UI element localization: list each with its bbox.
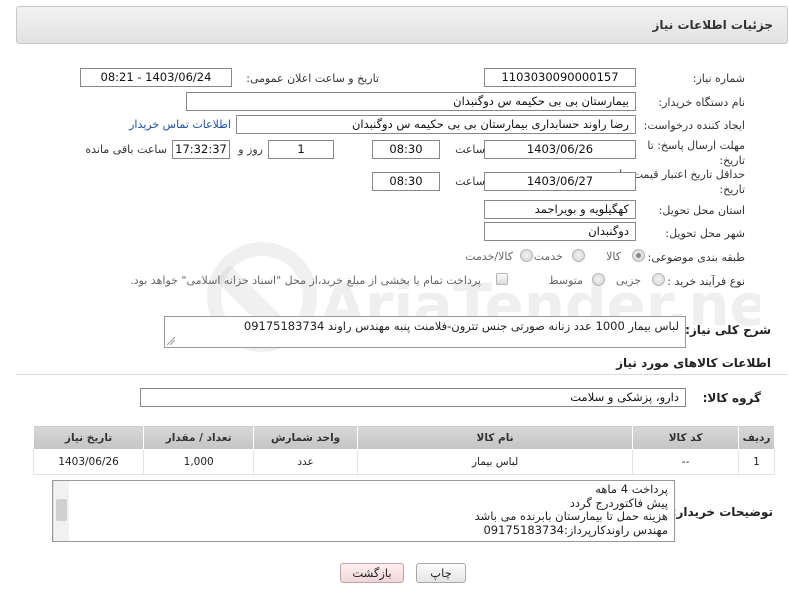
- requester-label: ایجاد کننده درخواست:: [643, 119, 745, 132]
- cell-item-name: لباس بیمار: [356, 449, 634, 475]
- category-service-radio[interactable]: [572, 249, 585, 262]
- purchase-process-label: نوع فرآیند خرید :: [667, 275, 745, 288]
- table-header-row: ردیف کد کالا نام کالا واحد شمارش تعداد /…: [32, 425, 775, 450]
- category-goods-label: کالا: [606, 250, 621, 263]
- section-divider: [16, 374, 788, 375]
- goods-info-title: اطلاعات کالاهای مورد نیاز: [616, 356, 771, 370]
- category-label: طبقه بندی موضوعی:: [647, 251, 745, 264]
- col-quantity: تعداد / مقدار: [143, 425, 255, 450]
- need-number-field: 1103030090000157: [484, 68, 636, 87]
- resize-handle-icon[interactable]: [167, 337, 175, 345]
- goods-group-field: دارو، پزشکی و سلامت: [140, 388, 686, 407]
- city-field: دوگنبدان: [484, 222, 636, 241]
- buyer-contact-link[interactable]: اطلاعات تماس خریدار: [129, 118, 231, 131]
- buyer-org-field: بیمارستان بی بی حکیمه س دوگنبدان: [186, 92, 636, 111]
- buyer-notes-label: توضیحات خریدار:: [671, 505, 773, 519]
- goods-table: ردیف کد کالا نام کالا واحد شمارش تعداد /…: [32, 425, 775, 475]
- category-both-label: کالا/خدمت: [465, 250, 513, 263]
- category-service-label: خدمت: [533, 250, 563, 263]
- cell-need-date: 1403/06/26: [32, 449, 145, 475]
- price-validity-date-field: 1403/06/27: [484, 172, 636, 191]
- col-unit: واحد شمارش: [253, 425, 358, 450]
- reply-deadline-label: مهلت ارسال پاسخ: تا تاریخ:: [647, 139, 745, 167]
- process-minor-radio[interactable]: [652, 273, 665, 286]
- announce-label: تاریخ و ساعت اعلان عمومی:: [246, 72, 379, 85]
- col-item-name: نام کالا: [356, 425, 634, 450]
- process-minor-label: جزیی: [615, 274, 641, 287]
- cell-unit: عدد: [253, 449, 358, 475]
- days-label: روز و: [238, 143, 263, 156]
- notes-scrollbar[interactable]: [53, 481, 69, 541]
- remaining-label: ساعت باقی مانده: [85, 143, 167, 156]
- notes-line: مهندس راوندکارپرداز:09175183734: [483, 522, 668, 537]
- requester-field: رضا راوند حسابداری بیمارستان بی بی حکیمه…: [236, 115, 636, 134]
- buyer-org-label: نام دستگاه خریدار:: [658, 96, 745, 109]
- notes-line: پرداخت 4 ماهه: [595, 482, 668, 496]
- goods-group-label: گروه کالا:: [702, 391, 761, 405]
- announce-field: 1403/06/24 - 08:21: [80, 68, 232, 87]
- col-need-date: تاریخ نیاز: [32, 425, 145, 450]
- remaining-days-field: 1: [268, 140, 334, 159]
- notes-line: پیش فاکتوردرج گردد: [569, 495, 668, 510]
- city-label: شهر محل تحویل:: [665, 227, 745, 240]
- cell-row-number: 1: [738, 449, 775, 475]
- process-medium-label: متوسط: [548, 274, 583, 287]
- treasury-payment-note: پرداخت تمام یا بخشی از مبلغ خرید،از محل …: [130, 274, 481, 287]
- reply-date-field: 1403/06/26: [484, 140, 636, 159]
- category-goods-radio[interactable]: [632, 249, 645, 262]
- watermark-logo: AriaTender.neT: [207, 242, 760, 352]
- process-medium-radio[interactable]: [592, 273, 605, 286]
- cell-quantity: 1,000: [143, 449, 255, 475]
- col-row-number: ردیف: [738, 425, 775, 450]
- price-validity-time-field: 08:30: [372, 172, 440, 191]
- notes-scrollbar-thumb[interactable]: [56, 499, 67, 521]
- page-title: جزئیات اطلاعات نیاز: [652, 18, 773, 32]
- reply-time-label: ساعت: [455, 143, 485, 156]
- province-field: کهگیلویه و بویراحمد: [484, 200, 636, 219]
- cell-item-code: --: [632, 449, 740, 475]
- need-number-label: شماره نیاز:: [692, 72, 745, 85]
- notes-line: هزینه حمل تا بیمارستان بابرنده می باشد: [474, 509, 668, 523]
- back-button[interactable]: بازگشت: [340, 563, 404, 583]
- remaining-time-field: 17:32:37: [172, 140, 230, 159]
- table-row[interactable]: 1 -- لباس بیمار عدد 1,000 1403/06/26: [32, 449, 775, 475]
- summary-label: شرح کلی نیاز:: [685, 323, 771, 337]
- buyer-notes-textarea[interactable]: پرداخت 4 ماهه پیش فاکتوردرج گردد هزینه ح…: [52, 480, 675, 542]
- province-label: استان محل تحویل:: [658, 204, 745, 217]
- col-item-code: کد کالا: [632, 425, 740, 450]
- panel-header: جزئیات اطلاعات نیاز: [16, 6, 788, 44]
- print-button[interactable]: چاپ: [416, 563, 466, 583]
- summary-textarea[interactable]: لباس بیمار 1000 عدد زنانه صورتی جنس تترو…: [164, 316, 686, 348]
- summary-text: لباس بیمار 1000 عدد زنانه صورتی جنس تترو…: [243, 319, 679, 333]
- category-both-radio[interactable]: [520, 249, 533, 262]
- treasury-payment-checkbox[interactable]: [496, 273, 508, 285]
- reply-time-field: 08:30: [372, 140, 440, 159]
- price-validity-time-label: ساعت: [455, 175, 485, 188]
